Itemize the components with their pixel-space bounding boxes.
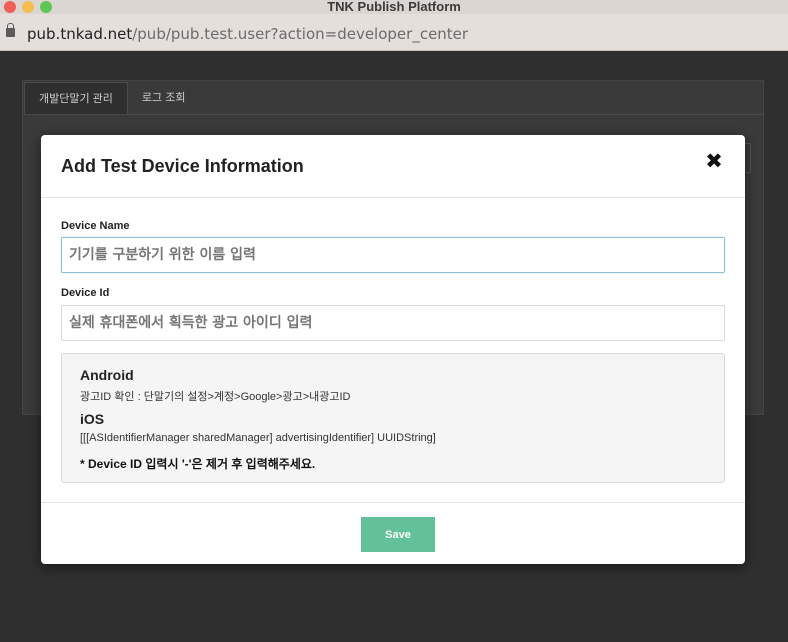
close-icon[interactable]: ✖ bbox=[705, 151, 723, 172]
android-title: Android bbox=[80, 367, 134, 383]
device-id-label: Device Id bbox=[61, 287, 110, 299]
device-id-note: * Device ID 입력시 '-'은 제거 후 입력해주세요. bbox=[80, 457, 316, 471]
save-button[interactable]: Save bbox=[361, 517, 435, 552]
tab-log-view[interactable]: 로그 조회 bbox=[128, 82, 200, 114]
info-box: Android 광고ID 확인 : 단말기의 설정>계정>Google>광고>내… bbox=[61, 353, 725, 483]
address-bar[interactable]: pub.tnkad.net/pub/pub.test.user?action=d… bbox=[0, 14, 788, 51]
device-id-input[interactable] bbox=[61, 305, 725, 341]
url-path: /pub/pub.test.user?action=developer_cent… bbox=[132, 25, 469, 43]
modal-footer: Save bbox=[41, 502, 745, 564]
android-text: 광고ID 확인 : 단말기의 설정>계정>Google>광고>내광고ID bbox=[80, 391, 351, 403]
url-host: pub.tnkad.net bbox=[27, 25, 133, 43]
ios-text: [[[ASIdentifierManager sharedManager] ad… bbox=[80, 432, 436, 444]
window-title: TNK Publish Platform bbox=[327, 0, 461, 14]
add-test-device-modal: Add Test Device Information ✖ Device Nam… bbox=[41, 135, 745, 564]
background-button bbox=[745, 143, 751, 173]
lock-icon bbox=[6, 23, 15, 37]
tab-divider bbox=[22, 114, 764, 115]
tab-device-management[interactable]: 개발단말기 관리 bbox=[24, 82, 128, 114]
modal-header: Add Test Device Information ✖ bbox=[41, 135, 745, 198]
url-text[interactable]: pub.tnkad.net/pub/pub.test.user?action=d… bbox=[27, 14, 468, 51]
background-tabs: 개발단말기 관리 로그 조회 bbox=[24, 82, 199, 114]
modal-title: Add Test Device Information bbox=[61, 156, 304, 176]
ios-title: iOS bbox=[80, 411, 105, 427]
device-name-input[interactable] bbox=[61, 237, 725, 273]
device-name-label: Device Name bbox=[61, 220, 130, 232]
window-titlebar: TNK Publish Platform bbox=[0, 0, 788, 14]
